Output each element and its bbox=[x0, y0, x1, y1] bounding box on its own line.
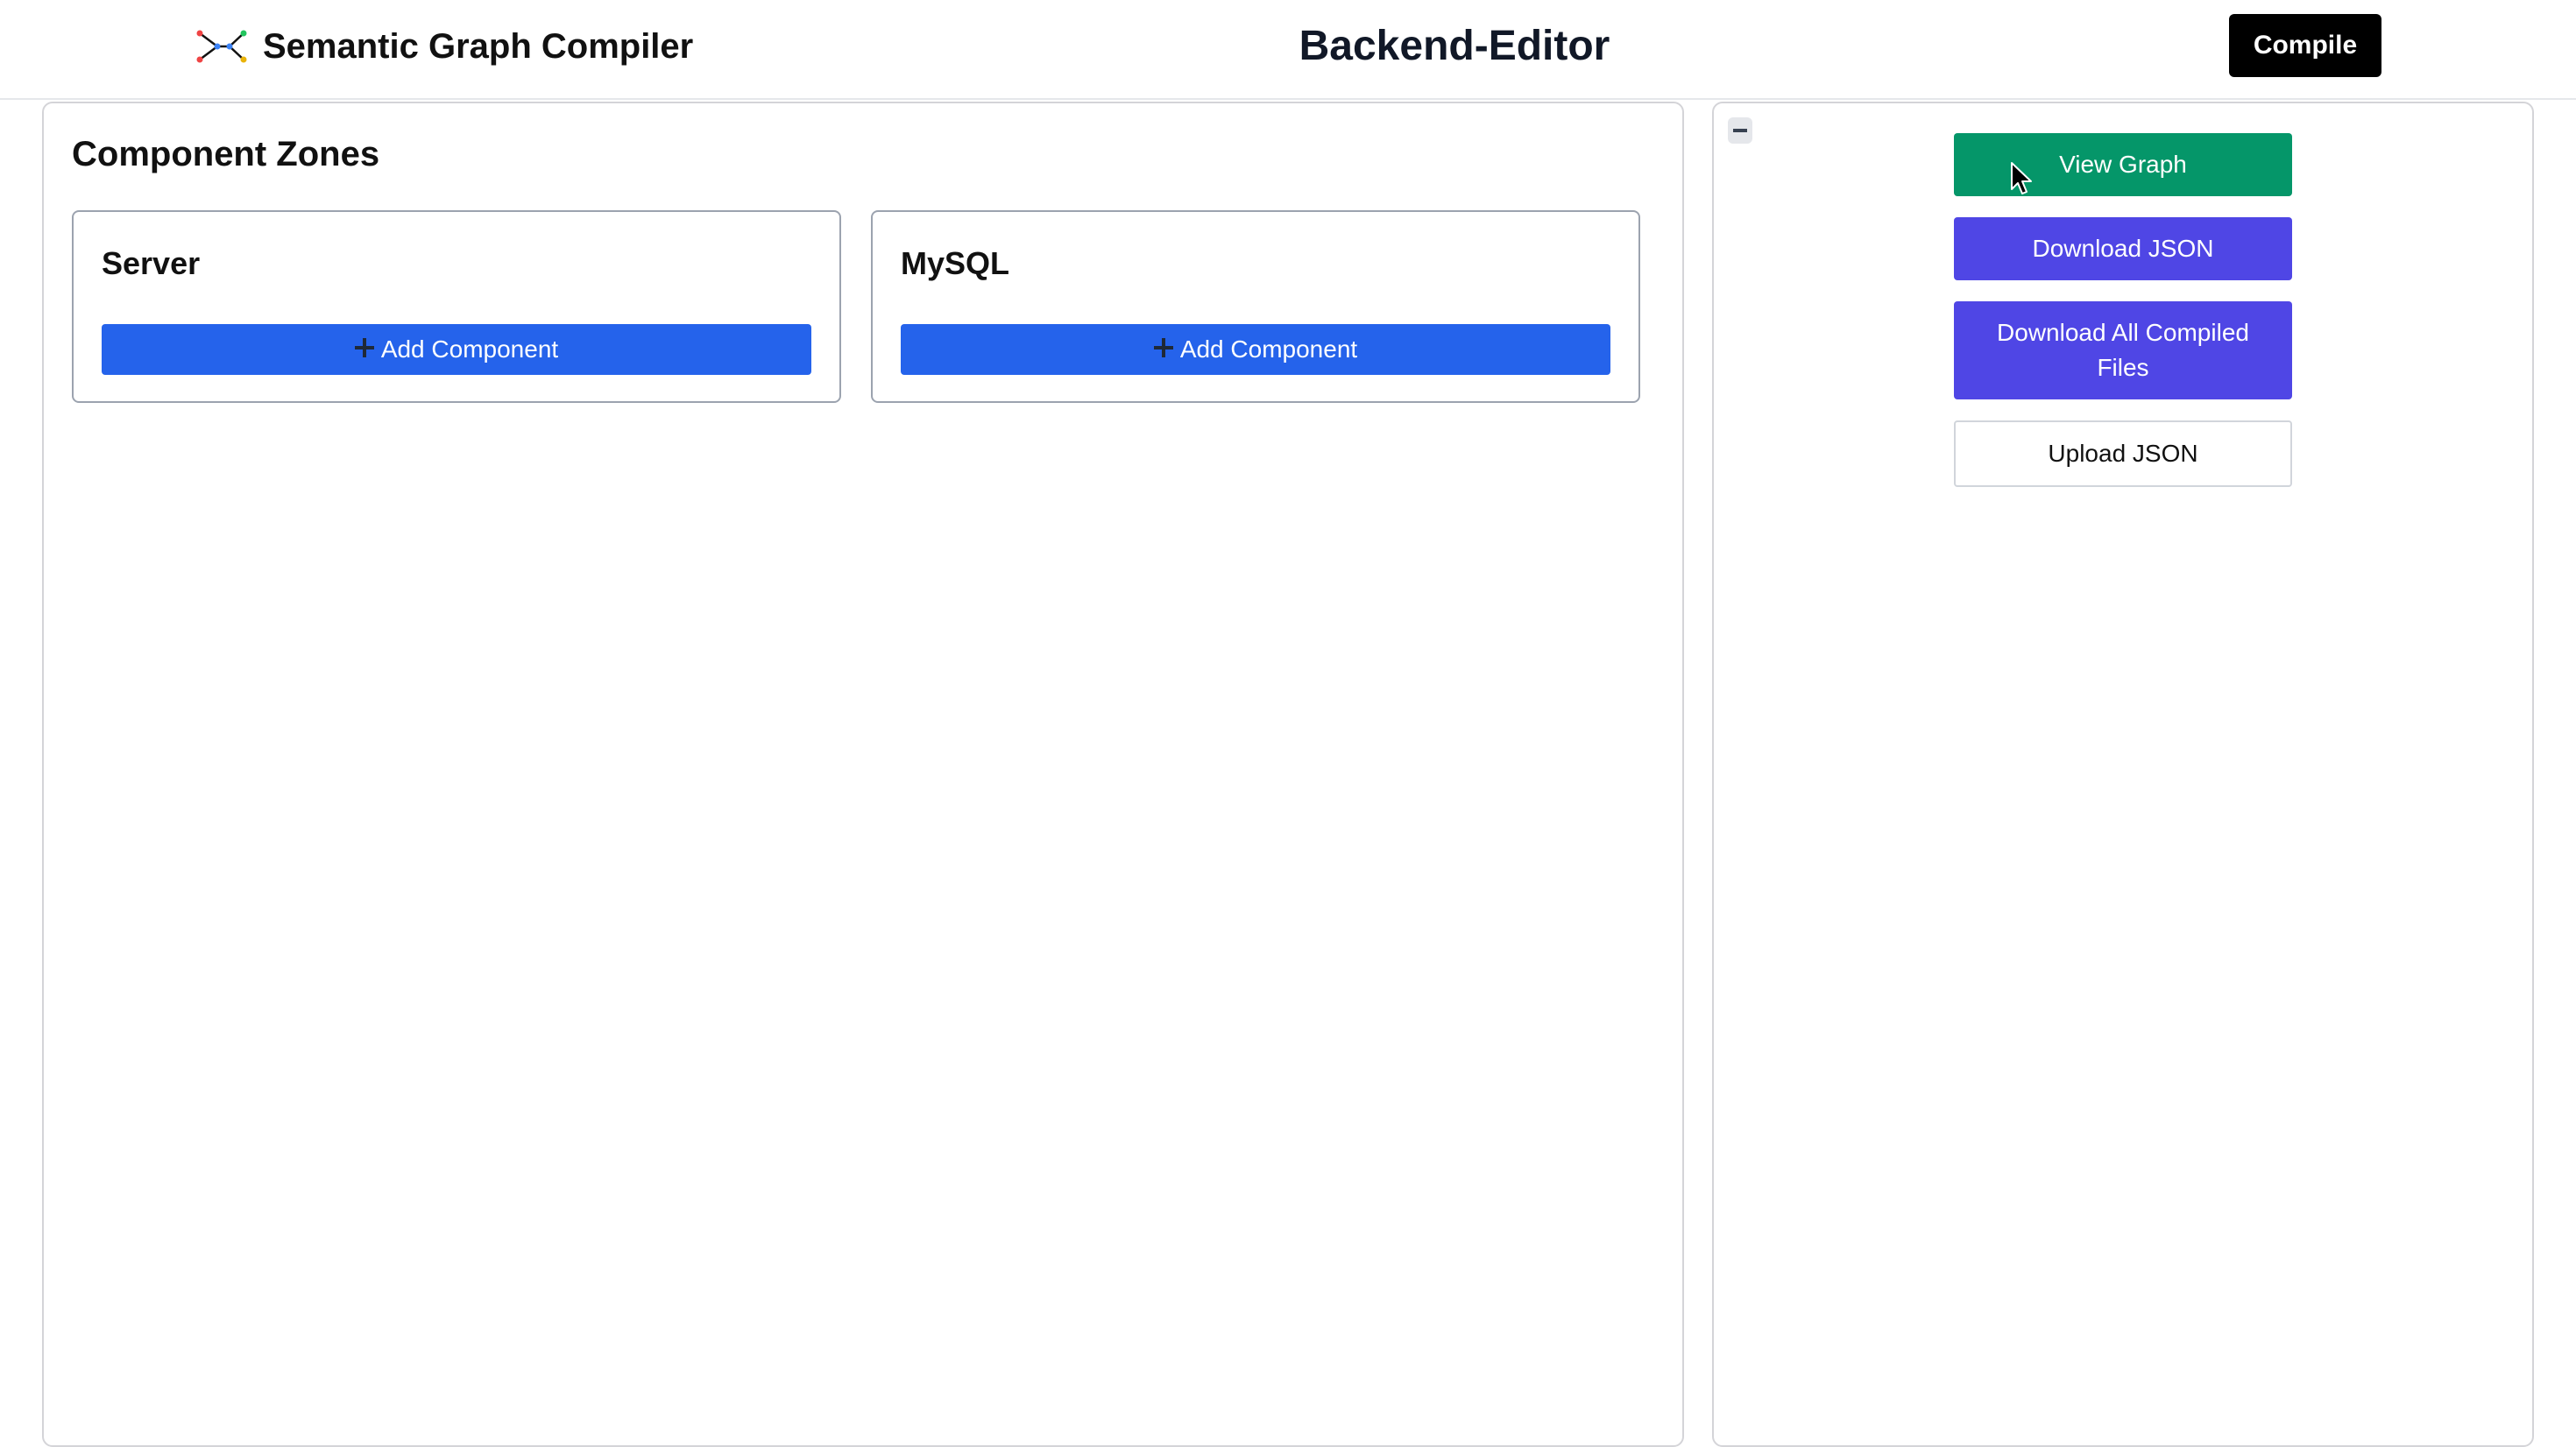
download-json-button[interactable]: Download JSON bbox=[1954, 217, 2292, 280]
top-header: Semantic Graph Compiler Backend-Editor C… bbox=[0, 0, 2576, 100]
upload-json-button[interactable]: Upload JSON bbox=[1954, 420, 2292, 487]
add-component-button-server[interactable]: Add Component bbox=[102, 324, 811, 375]
collapse-panel-button[interactable] bbox=[1728, 117, 1752, 144]
add-component-label: Add Component bbox=[380, 335, 559, 363]
view-graph-button[interactable]: View Graph bbox=[1954, 133, 2292, 196]
app-title: Semantic Graph Compiler bbox=[263, 26, 694, 66]
component-zones-panel: Component Zones Server Add Component MyS… bbox=[42, 102, 1684, 1447]
zone-title: Server bbox=[102, 245, 201, 281]
component-zones-heading: Component Zones bbox=[72, 135, 380, 173]
plus-icon bbox=[354, 338, 374, 357]
compile-button[interactable]: Compile bbox=[2229, 14, 2381, 77]
brand[interactable]: Semantic Graph Compiler bbox=[195, 19, 693, 74]
zone-card-mysql: MySQL Add Component bbox=[871, 210, 1640, 403]
page-title: Backend-Editor bbox=[1299, 23, 1610, 69]
minus-icon bbox=[1733, 129, 1747, 132]
add-component-button-mysql[interactable]: Add Component bbox=[901, 324, 1610, 375]
add-component-label: Add Component bbox=[1179, 335, 1358, 363]
graph-logo-icon bbox=[196, 30, 247, 63]
plus-icon bbox=[1153, 338, 1173, 357]
zone-title: MySQL bbox=[901, 245, 1010, 281]
download-all-compiled-files-button[interactable]: Download All Compiled Files bbox=[1954, 301, 2292, 399]
zone-card-server: Server Add Component bbox=[72, 210, 841, 403]
actions-panel: View Graph Download JSON Download All Co… bbox=[1712, 102, 2534, 1447]
